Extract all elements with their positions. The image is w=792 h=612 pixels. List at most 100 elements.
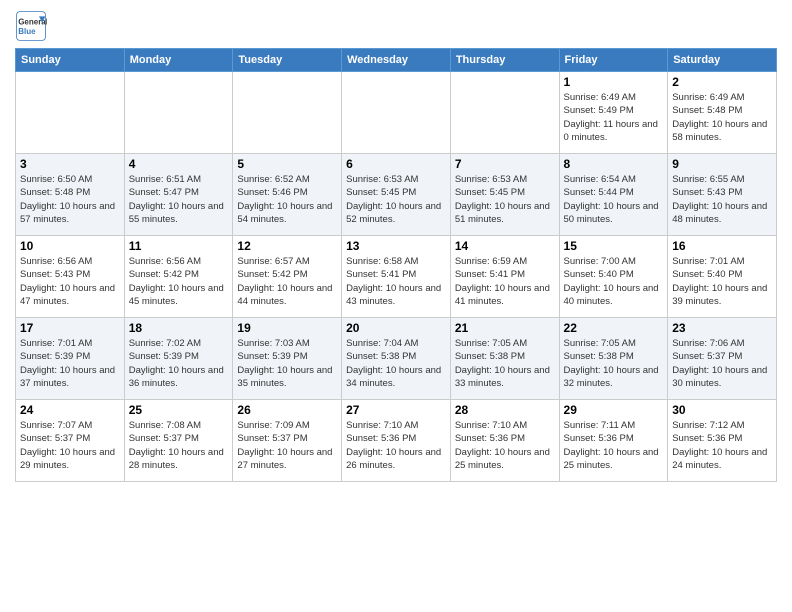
day-info: Sunrise: 6:50 AM Sunset: 5:48 PM Dayligh… (20, 173, 120, 226)
day-cell: 7 Sunrise: 6:53 AM Sunset: 5:45 PM Daylig… (450, 154, 559, 236)
weekday-header-row: SundayMondayTuesdayWednesdayThursdayFrid… (16, 49, 777, 72)
day-info: Sunrise: 7:09 AM Sunset: 5:37 PM Dayligh… (237, 419, 337, 472)
weekday-header-wednesday: Wednesday (342, 49, 451, 72)
day-number: 17 (20, 321, 120, 335)
weekday-header-sunday: Sunday (16, 49, 125, 72)
day-number: 30 (672, 403, 772, 417)
day-info: Sunrise: 7:00 AM Sunset: 5:40 PM Dayligh… (564, 255, 664, 308)
day-number: 15 (564, 239, 664, 253)
week-row-3: 10 Sunrise: 6:56 AM Sunset: 5:43 PM Dayli… (16, 236, 777, 318)
day-info: Sunrise: 6:59 AM Sunset: 5:41 PM Dayligh… (455, 255, 555, 308)
week-row-4: 17 Sunrise: 7:01 AM Sunset: 5:39 PM Dayli… (16, 318, 777, 400)
day-number: 25 (129, 403, 229, 417)
day-cell: 5 Sunrise: 6:52 AM Sunset: 5:46 PM Daylig… (233, 154, 342, 236)
day-info: Sunrise: 6:58 AM Sunset: 5:41 PM Dayligh… (346, 255, 446, 308)
day-number: 3 (20, 157, 120, 171)
day-info: Sunrise: 7:01 AM Sunset: 5:40 PM Dayligh… (672, 255, 772, 308)
day-cell: 13 Sunrise: 6:58 AM Sunset: 5:41 PM Dayli… (342, 236, 451, 318)
day-info: Sunrise: 6:55 AM Sunset: 5:43 PM Dayligh… (672, 173, 772, 226)
weekday-header-monday: Monday (124, 49, 233, 72)
svg-text:Blue: Blue (18, 27, 36, 36)
day-cell: 12 Sunrise: 6:57 AM Sunset: 5:42 PM Dayli… (233, 236, 342, 318)
day-cell: 26 Sunrise: 7:09 AM Sunset: 5:37 PM Dayli… (233, 400, 342, 482)
day-number: 24 (20, 403, 120, 417)
day-info: Sunrise: 7:03 AM Sunset: 5:39 PM Dayligh… (237, 337, 337, 390)
day-cell: 24Sunrise: 7:07 AM Sunset: 5:37 PM Dayli… (16, 400, 125, 482)
day-number: 20 (346, 321, 446, 335)
day-info: Sunrise: 6:57 AM Sunset: 5:42 PM Dayligh… (237, 255, 337, 308)
day-info: Sunrise: 6:53 AM Sunset: 5:45 PM Dayligh… (455, 173, 555, 226)
day-cell (233, 72, 342, 154)
day-number: 28 (455, 403, 555, 417)
day-number: 11 (129, 239, 229, 253)
day-info: Sunrise: 7:06 AM Sunset: 5:37 PM Dayligh… (672, 337, 772, 390)
day-cell: 22Sunrise: 7:05 AM Sunset: 5:38 PM Dayli… (559, 318, 668, 400)
day-cell: 9 Sunrise: 6:55 AM Sunset: 5:43 PM Daylig… (668, 154, 777, 236)
weekday-header-thursday: Thursday (450, 49, 559, 72)
day-cell: 19 Sunrise: 7:03 AM Sunset: 5:39 PM Dayli… (233, 318, 342, 400)
day-number: 9 (672, 157, 772, 171)
day-number: 6 (346, 157, 446, 171)
day-number: 27 (346, 403, 446, 417)
day-number: 10 (20, 239, 120, 253)
day-cell: 8 Sunrise: 6:54 AM Sunset: 5:44 PM Daylig… (559, 154, 668, 236)
day-number: 29 (564, 403, 664, 417)
day-cell: 4 Sunrise: 6:51 AM Sunset: 5:47 PM Daylig… (124, 154, 233, 236)
day-info: Sunrise: 7:11 AM Sunset: 5:36 PM Dayligh… (564, 419, 664, 472)
day-number: 7 (455, 157, 555, 171)
day-number: 26 (237, 403, 337, 417)
day-cell: 17 Sunrise: 7:01 AM Sunset: 5:39 PM Dayli… (16, 318, 125, 400)
day-number: 1 (564, 75, 664, 89)
day-cell: 18 Sunrise: 7:02 AM Sunset: 5:39 PM Dayli… (124, 318, 233, 400)
day-number: 12 (237, 239, 337, 253)
day-cell: 16 Sunrise: 7:01 AM Sunset: 5:40 PM Dayli… (668, 236, 777, 318)
day-cell: 2Sunrise: 6:49 AM Sunset: 5:48 PM Daylig… (668, 72, 777, 154)
day-cell: 1 Sunrise: 6:49 AM Sunset: 5:49 PM Daylig… (559, 72, 668, 154)
day-info: Sunrise: 7:01 AM Sunset: 5:39 PM Dayligh… (20, 337, 120, 390)
day-info: Sunrise: 7:05 AM Sunset: 5:38 PM Dayligh… (564, 337, 664, 390)
day-number: 18 (129, 321, 229, 335)
day-number: 16 (672, 239, 772, 253)
day-cell: 20 Sunrise: 7:04 AM Sunset: 5:38 PM Dayli… (342, 318, 451, 400)
day-info: Sunrise: 6:56 AM Sunset: 5:42 PM Dayligh… (129, 255, 229, 308)
day-cell (16, 72, 125, 154)
day-info: Sunrise: 6:52 AM Sunset: 5:46 PM Dayligh… (237, 173, 337, 226)
day-info: Sunrise: 7:10 AM Sunset: 5:36 PM Dayligh… (455, 419, 555, 472)
day-info: Sunrise: 6:51 AM Sunset: 5:47 PM Dayligh… (129, 173, 229, 226)
day-cell: 15 Sunrise: 7:00 AM Sunset: 5:40 PM Dayli… (559, 236, 668, 318)
day-info: Sunrise: 6:53 AM Sunset: 5:45 PM Dayligh… (346, 173, 446, 226)
day-cell: 28 Sunrise: 7:10 AM Sunset: 5:36 PM Dayli… (450, 400, 559, 482)
day-cell: 6 Sunrise: 6:53 AM Sunset: 5:45 PM Daylig… (342, 154, 451, 236)
day-number: 4 (129, 157, 229, 171)
day-info: Sunrise: 6:49 AM Sunset: 5:48 PM Dayligh… (672, 91, 772, 144)
page-container: General Blue SundayMondayTuesdayWednesda… (0, 0, 792, 492)
day-cell: 11 Sunrise: 6:56 AM Sunset: 5:42 PM Dayli… (124, 236, 233, 318)
week-row-1: 1 Sunrise: 6:49 AM Sunset: 5:49 PM Daylig… (16, 72, 777, 154)
day-info: Sunrise: 7:02 AM Sunset: 5:39 PM Dayligh… (129, 337, 229, 390)
day-cell: 29 Sunrise: 7:11 AM Sunset: 5:36 PM Dayli… (559, 400, 668, 482)
week-row-2: 3 Sunrise: 6:50 AM Sunset: 5:48 PM Daylig… (16, 154, 777, 236)
day-cell: 23Sunrise: 7:06 AM Sunset: 5:37 PM Dayli… (668, 318, 777, 400)
day-info: Sunrise: 7:10 AM Sunset: 5:36 PM Dayligh… (346, 419, 446, 472)
day-info: Sunrise: 7:08 AM Sunset: 5:37 PM Dayligh… (129, 419, 229, 472)
day-cell: 21Sunrise: 7:05 AM Sunset: 5:38 PM Dayli… (450, 318, 559, 400)
day-number: 8 (564, 157, 664, 171)
header: General Blue (15, 10, 777, 42)
day-cell (342, 72, 451, 154)
day-number: 13 (346, 239, 446, 253)
weekday-header-tuesday: Tuesday (233, 49, 342, 72)
day-number: 19 (237, 321, 337, 335)
day-info: Sunrise: 7:12 AM Sunset: 5:36 PM Dayligh… (672, 419, 772, 472)
day-info: Sunrise: 6:54 AM Sunset: 5:44 PM Dayligh… (564, 173, 664, 226)
day-info: Sunrise: 6:49 AM Sunset: 5:49 PM Dayligh… (564, 91, 664, 144)
day-info: Sunrise: 7:04 AM Sunset: 5:38 PM Dayligh… (346, 337, 446, 390)
day-cell (450, 72, 559, 154)
weekday-header-saturday: Saturday (668, 49, 777, 72)
day-number: 5 (237, 157, 337, 171)
day-info: Sunrise: 6:56 AM Sunset: 5:43 PM Dayligh… (20, 255, 120, 308)
logo: General Blue (15, 10, 51, 42)
weekday-header-friday: Friday (559, 49, 668, 72)
logo-icon: General Blue (15, 10, 47, 42)
calendar-table: SundayMondayTuesdayWednesdayThursdayFrid… (15, 48, 777, 482)
day-cell: 30 Sunrise: 7:12 AM Sunset: 5:36 PM Dayli… (668, 400, 777, 482)
